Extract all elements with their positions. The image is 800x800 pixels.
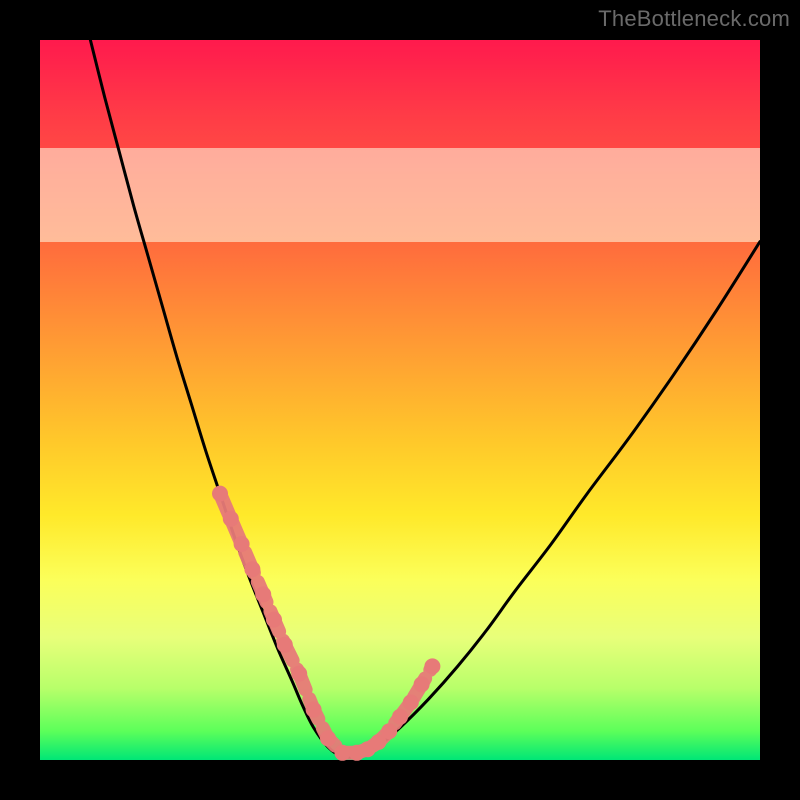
marker-dot <box>255 586 271 602</box>
bottleneck-curve <box>90 40 760 757</box>
marker-dot <box>320 730 336 746</box>
watermark-text: TheBottleneck.com <box>598 6 790 32</box>
marker-dot <box>291 666 307 682</box>
marker-dot <box>244 561 260 577</box>
marker-dot <box>212 486 228 502</box>
marker-dot <box>334 745 350 761</box>
marker-dot <box>306 702 322 718</box>
marker-dot <box>424 658 440 674</box>
marker-dot <box>403 694 419 710</box>
marker-dot <box>266 612 282 628</box>
chart-frame: TheBottleneck.com <box>0 0 800 800</box>
marker-dot <box>234 536 250 552</box>
marker-dot <box>223 511 239 527</box>
marker-dot <box>381 723 397 739</box>
marker-dot <box>392 709 408 725</box>
chart-overlay <box>40 40 760 760</box>
marker-dot <box>277 637 293 653</box>
marker-dot <box>414 676 430 692</box>
